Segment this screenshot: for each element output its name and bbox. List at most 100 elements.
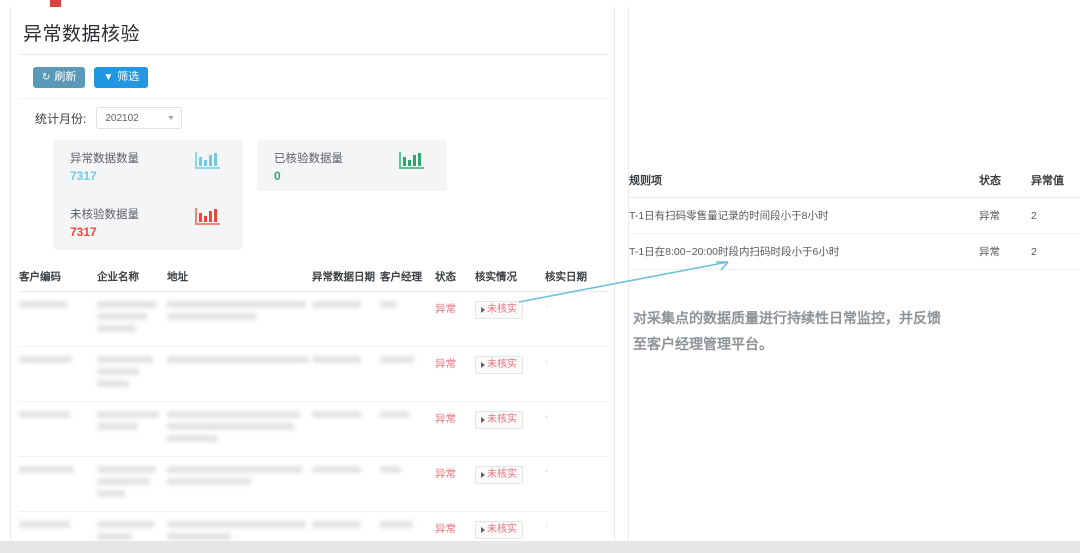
stat-label: 异常数据数量 — [70, 153, 139, 165]
stat-card-verified: 已核验数据量 0 — [257, 140, 447, 191]
cell-status: 异常 — [435, 511, 475, 541]
verify-date-value: · — [545, 356, 549, 367]
stat-label: 已核验数据量 — [274, 153, 343, 165]
verify-button-label: 未核实 — [487, 359, 517, 370]
column-header-rule-status[interactable]: 状态 — [979, 165, 1031, 198]
month-select-value: 202102 — [105, 112, 139, 124]
verify-button-label: 未核实 — [487, 414, 517, 425]
cell-rule-item: T-1日有扫码零售量记录的时间段小于8小时 — [629, 197, 979, 234]
table-row[interactable]: 异常 未核实 · — [19, 346, 608, 402]
table-row[interactable]: 异常 未核实 · — [19, 291, 608, 347]
verify-date-value: · — [545, 466, 549, 477]
cell-status: 异常 — [435, 456, 475, 512]
cell-verify-state: 未核实 — [475, 401, 545, 457]
column-header-customer-code[interactable]: 客户编码 — [19, 263, 97, 292]
stat-unverified-count: 未核验数据量 7317 — [53, 196, 243, 247]
column-header-verify-date[interactable]: 核实日期 — [545, 263, 608, 292]
column-header-status[interactable]: 状态 — [435, 263, 475, 292]
month-filter-label: 统计月份: — [35, 111, 87, 126]
cell-account-manager — [380, 291, 435, 347]
cell-address — [167, 346, 312, 402]
cell-customer-code — [19, 511, 97, 541]
cell-company-name — [97, 511, 167, 541]
verify-button[interactable]: 未核实 — [475, 356, 523, 374]
play-triangle-icon — [481, 472, 485, 478]
toolbar: ↻ 刷新 ▼ 筛选 — [33, 67, 149, 88]
cell-status: 异常 — [435, 401, 475, 457]
column-header-verify-state[interactable]: 核实情况 — [475, 263, 545, 292]
cell-company-name — [97, 291, 167, 347]
verify-button[interactable]: 未核实 — [475, 466, 523, 484]
cell-company-name — [97, 346, 167, 402]
stat-value: 7317 — [70, 225, 97, 239]
page-title: 异常数据核验 — [23, 24, 141, 45]
rule-row[interactable]: T-1日有扫码零售量记录的时间段小于8小时 异常 2 — [629, 197, 1080, 234]
cell-company-name — [97, 456, 167, 512]
cell-account-manager — [380, 511, 435, 541]
cell-address — [167, 291, 312, 347]
refresh-button-label: 刷新 — [54, 71, 77, 83]
cell-account-manager — [380, 401, 435, 457]
cell-anomaly-date — [312, 511, 380, 541]
cell-customer-code — [19, 401, 97, 457]
filter-button[interactable]: ▼ 筛选 — [94, 67, 149, 88]
play-triangle-icon — [481, 307, 485, 313]
cell-customer-code — [19, 346, 97, 402]
cell-address — [167, 401, 312, 457]
rule-table: 规则项 状态 异常值 T-1日有扫码零售量记录的时间段小于8小时 异常 2 T-1日在… — [629, 165, 1080, 270]
cell-customer-code — [19, 291, 97, 347]
title-divider — [19, 54, 608, 55]
rule-row[interactable]: T-1日在8:00~20:00时段内扫码时段小于6小时 异常 2 — [629, 233, 1080, 270]
stat-card-group-left: 异常数据数量 7317 未核验数据量 7317 — [53, 140, 243, 250]
cell-company-name — [97, 401, 167, 457]
anomaly-table-container: 客户编码 企业名称 地址 异常数据日期 客户经理 状态 核实情况 核实日期 异常… — [19, 263, 608, 541]
verify-date-value: · — [545, 521, 549, 532]
annotation-line-1: 对采集点的数据质量进行持续性日常监控，并反馈 — [633, 310, 941, 326]
cell-account-manager — [380, 346, 435, 402]
verify-button[interactable]: 未核实 — [475, 521, 523, 539]
verify-button[interactable]: 未核实 — [475, 411, 523, 429]
cell-address — [167, 511, 312, 541]
verify-button-label: 未核实 — [487, 304, 517, 315]
cell-rule-status: 异常 — [979, 197, 1031, 234]
table-row[interactable]: 异常 未核实 · — [19, 401, 608, 457]
column-header-anomaly-date[interactable]: 异常数据日期 — [312, 263, 380, 292]
stat-abnormal-count: 异常数据数量 7317 — [53, 140, 243, 191]
cell-verify-date: · — [545, 401, 608, 457]
cell-verify-date: · — [545, 511, 608, 541]
status-badge: 异常 — [435, 358, 456, 370]
cell-verify-date: · — [545, 291, 608, 347]
cell-verify-state: 未核实 — [475, 511, 545, 541]
month-select[interactable]: 202102 — [96, 107, 183, 129]
refresh-icon: ↻ — [42, 71, 51, 83]
verify-button-label: 未核实 — [487, 469, 517, 480]
refresh-button[interactable]: ↻ 刷新 — [33, 67, 86, 88]
stat-verified-count: 已核验数据量 0 — [257, 140, 447, 191]
cell-rule-value: 2 — [1031, 233, 1080, 270]
column-header-rule-value[interactable]: 异常值 — [1031, 165, 1080, 198]
verify-date-value: · — [545, 411, 549, 422]
verify-button[interactable]: 未核实 — [475, 301, 523, 319]
annotation-line-2: 至客户经理管理平台。 — [633, 335, 773, 352]
column-header-address[interactable]: 地址 — [167, 263, 312, 292]
status-badge: 异常 — [435, 523, 456, 535]
stat-value: 7317 — [70, 169, 97, 183]
table-row[interactable]: 异常 未核实 · — [19, 456, 608, 512]
cell-anomaly-date — [312, 291, 380, 347]
bar-chart-icon — [195, 207, 221, 231]
play-triangle-icon — [481, 417, 485, 423]
column-header-rule-item[interactable]: 规则项 — [629, 165, 979, 198]
table-header-row: 客户编码 企业名称 地址 异常数据日期 客户经理 状态 核实情况 核实日期 — [19, 263, 608, 292]
cell-account-manager — [380, 456, 435, 512]
column-header-company-name[interactable]: 企业名称 — [97, 263, 167, 292]
cell-verify-date: · — [545, 346, 608, 402]
cell-verify-date: · — [545, 456, 608, 512]
anomaly-table: 客户编码 企业名称 地址 异常数据日期 客户经理 状态 核实情况 核实日期 异常… — [19, 263, 608, 541]
table-row[interactable]: 异常 未核实 · — [19, 511, 608, 541]
column-header-account-manager[interactable]: 客户经理 — [380, 263, 435, 292]
cell-rule-status: 异常 — [979, 233, 1031, 270]
cell-anomaly-date — [312, 456, 380, 512]
rule-table-body: T-1日有扫码零售量记录的时间段小于8小时 异常 2 T-1日在8:00~20:00时… — [629, 197, 1080, 270]
status-badge: 异常 — [435, 413, 456, 425]
cell-address — [167, 456, 312, 512]
